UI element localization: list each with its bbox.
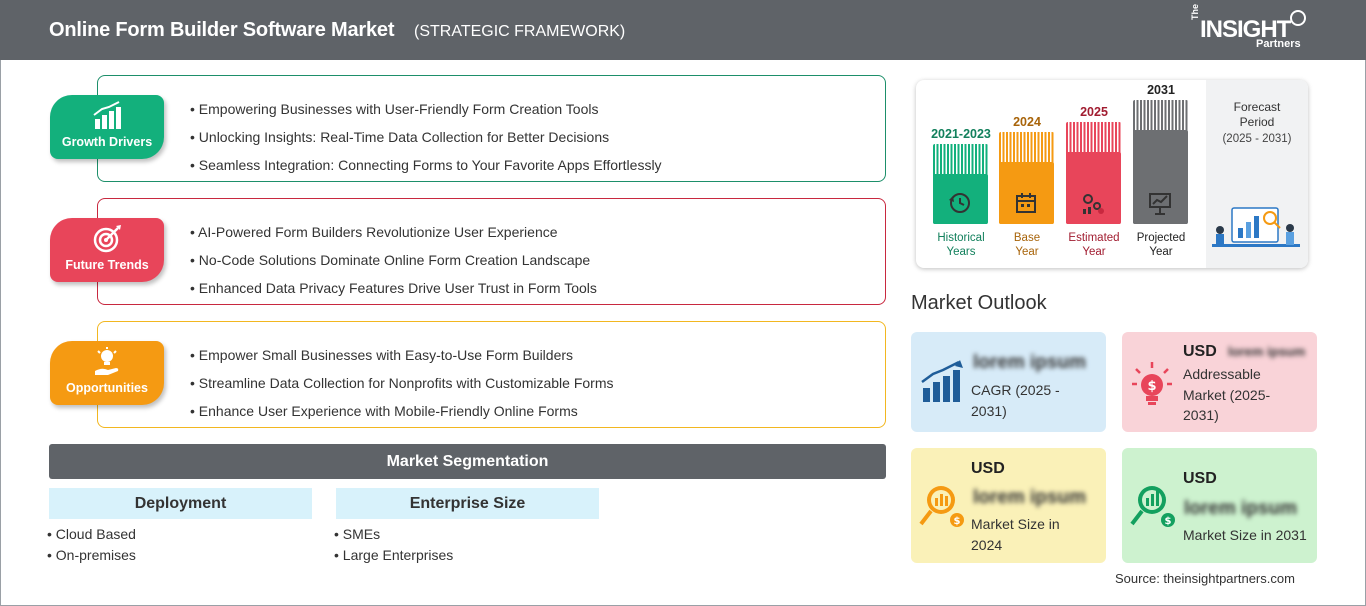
forecast-period: Forecast Period (2025 - 2031) [1206, 80, 1308, 268]
market-size-2031-tile: $ USD lorem ipsum Market Size in 2031 [1122, 448, 1317, 563]
addressable-market-tile: $ USD lorem ipsum Addressable Market (202… [1122, 332, 1317, 432]
badge-opportunities: Opportunities [50, 341, 164, 405]
size-2024-usd: USD [971, 460, 1005, 477]
section-card-opportunities: Empower Small Businesses with Easy-to-Us… [97, 321, 886, 428]
timeline-panel: 2021-2023 Historical Years 2024 Base Year 2025… [916, 80, 1308, 268]
cagr-description: CAGR (2025 -2031) [971, 382, 1060, 419]
section-card-growth-drivers: Empowering Businesses with User-Friendly… [97, 75, 886, 182]
gears-chart-icon [1080, 190, 1106, 216]
segment-deployment-header: Deployment [49, 488, 312, 519]
insight-partners-logo[interactable]: The INSIGHT Partners [1190, 4, 1310, 54]
timeline-bar-2021-2023 [933, 144, 988, 224]
list-item: No-Code Solutions Dominate Online Form C… [190, 246, 597, 274]
list-item: Streamline Data Collection for Nonprofit… [190, 369, 614, 397]
addressable-value: lorem ipsum [1228, 344, 1306, 359]
market-outlook-title: Market Outlook [911, 292, 1047, 314]
list-item: Large Enterprises [334, 545, 454, 566]
svg-text:$: $ [954, 516, 961, 527]
badge-label: Growth Drivers [61, 135, 153, 149]
section-list: AI-Powered Form Builders Revolutionize U… [190, 218, 597, 302]
cagr-tile: lorem ipsum CAGR (2025 -2031) [911, 332, 1106, 432]
timeline-year-label: 2021-2023 [931, 127, 991, 141]
lightbulb-hand-icon [92, 347, 122, 377]
page-title: Online Form Builder Software Market [49, 19, 395, 41]
segmentation-title: Market Segmentation [49, 444, 886, 479]
cagr-value: lorem ipsum [973, 352, 1086, 373]
section-list: Empowering Businesses with User-Friendly… [190, 95, 662, 179]
dollar-bulb-icon: $ [1132, 362, 1172, 405]
rising-bars-icon [921, 360, 963, 402]
list-item: AI-Powered Form Builders Revolutionize U… [190, 218, 597, 246]
list-item: Enhanced Data Privacy Features Drive Use… [190, 274, 597, 302]
list-item: SMEs [334, 524, 453, 545]
list-item: Enhance User Experience with Mobile-Frie… [190, 397, 614, 425]
list-item: Seamless Integration: Connecting Forms t… [190, 151, 662, 179]
size-2031-usd: USD [1183, 470, 1217, 487]
segment-enterprise-size-header: Enterprise Size [336, 488, 599, 519]
presentation-icon [1147, 190, 1173, 216]
timeline-bar-2025 [1066, 122, 1121, 224]
segment-deployment-list: Cloud Based On-premises [47, 524, 136, 566]
history-icon [947, 190, 973, 216]
badge-future-trends: Future Trends [50, 218, 164, 282]
calendar-icon [1013, 190, 1039, 216]
timeline-caption: Projected Year [1136, 232, 1186, 258]
addressable-usd: USD [1183, 343, 1217, 360]
svg-text:$: $ [1165, 516, 1172, 527]
badge-label: Future Trends [65, 258, 149, 272]
size-2024-value: lorem ipsum [973, 487, 1086, 508]
badge-growth-drivers: Growth Drivers [50, 95, 164, 159]
size-2024-description: Market Size in 2024 [971, 516, 1060, 553]
section-card-future-trends: AI-Powered Form Builders Revolutionize U… [97, 198, 886, 305]
magnifier-growth-icon: $ [1130, 486, 1175, 527]
list-item: Empowering Businesses with User-Friendly… [190, 95, 662, 123]
logo-the: The [1190, 3, 1200, 20]
size-2031-value: lorem ipsum [1184, 498, 1297, 519]
section-list: Empower Small Businesses with Easy-to-Us… [190, 341, 614, 425]
list-item: Cloud Based [47, 524, 136, 545]
segment-enterprise-size-list: SMEs Large Enterprises [334, 524, 454, 566]
list-item: On-premises [47, 545, 136, 566]
timeline-bar-2024 [999, 132, 1054, 224]
market-size-2024-tile: $ USD lorem ipsum Market Size in 2024 [911, 448, 1106, 563]
magnifier-chart-icon: $ [919, 486, 964, 527]
logo-partners: Partners [1256, 38, 1301, 50]
logo-ring-icon [1290, 10, 1306, 26]
timeline-year-label: 2031 [1147, 83, 1175, 97]
header-bar: Online Form Builder Software Market (STR… [0, 0, 1366, 60]
source-link[interactable]: Source: theinsightpartners.com [1115, 571, 1295, 586]
page-subtitle: (STRATEGIC FRAMEWORK) [414, 23, 626, 40]
forecast-range: (2025 - 2031) [1222, 133, 1292, 145]
list-item: Empower Small Businesses with Easy-to-Us… [190, 341, 614, 369]
timeline-bar-2031 [1133, 100, 1188, 224]
timeline-year-label: 2025 [1080, 105, 1108, 119]
target-icon [92, 224, 122, 254]
list-item: Unlocking Insights: Real-Time Data Colle… [190, 123, 662, 151]
analytics-people-icon [1212, 207, 1300, 247]
badge-label: Opportunities [66, 381, 148, 395]
forecast-label: Forecast Period [1233, 100, 1281, 129]
bar-growth-icon [92, 101, 122, 131]
addressable-description: Addressable Market (2025- 2031) [1183, 366, 1271, 423]
size-2031-description: Market Size in 2031 [1183, 527, 1307, 543]
svg-text:$: $ [1147, 379, 1156, 394]
